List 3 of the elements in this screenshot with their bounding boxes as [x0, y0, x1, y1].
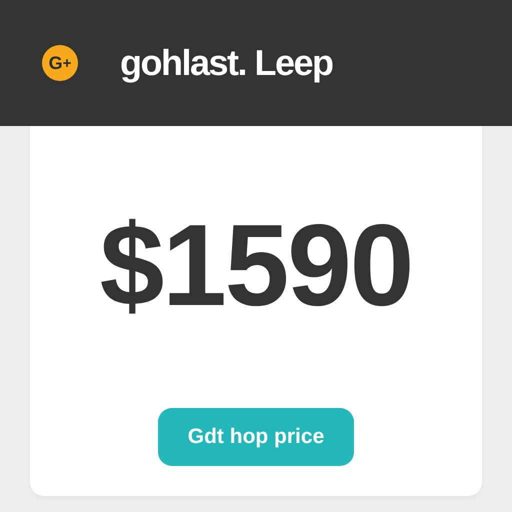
site-title: gohlast. Leep	[120, 42, 333, 84]
get-price-button[interactable]: Gdt hop price	[158, 408, 354, 466]
price-amount: $1590	[100, 202, 412, 330]
